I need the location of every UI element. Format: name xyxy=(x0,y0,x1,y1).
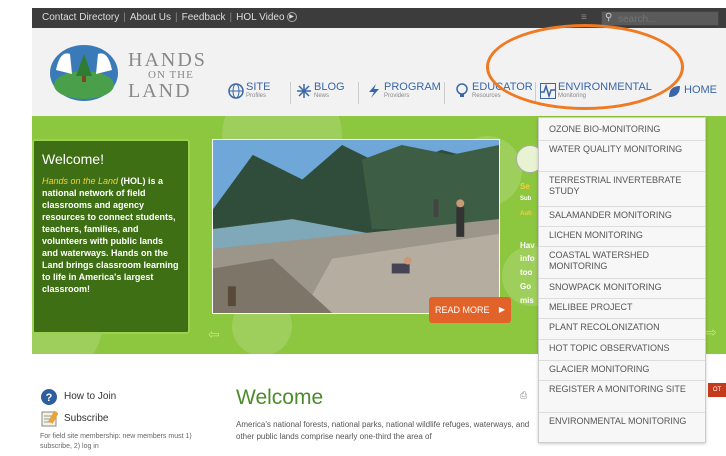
help-icon[interactable]: ? xyxy=(40,388,58,406)
nav-home-label: HOME xyxy=(684,84,717,96)
search-icon: ⚲ xyxy=(605,12,613,23)
nav-divider xyxy=(444,82,445,104)
lightbulb-icon xyxy=(456,83,468,97)
membership-note: For field site membership: new members m… xyxy=(40,433,192,450)
separator: | xyxy=(175,12,178,23)
nav-divider xyxy=(358,82,359,104)
dropdown-item[interactable]: PLANT RECOLONIZATION xyxy=(539,318,705,333)
logo-emblem-icon[interactable] xyxy=(46,40,122,104)
welcome-box-title: Welcome! xyxy=(42,151,104,167)
welcome-body: (HOL) is a national network of field cla… xyxy=(42,176,179,294)
how-to-join-link[interactable]: How to Join xyxy=(64,391,116,402)
nav-program-sub: Providers xyxy=(384,93,410,99)
notepad-icon[interactable] xyxy=(40,410,58,428)
hero-photo[interactable] xyxy=(212,139,500,314)
nav-blog-label: BLOG xyxy=(314,81,345,93)
dropdown-item[interactable]: OZONE BIO-MONITORING xyxy=(539,124,705,135)
side-fragment: mis xyxy=(520,296,534,305)
slider-next-arrow-icon[interactable]: ⇨ xyxy=(705,324,717,341)
logo-text[interactable]: HANDS ON THE LAND xyxy=(128,50,207,101)
svg-text:?: ? xyxy=(46,392,53,404)
heartbeat-icon xyxy=(540,83,556,99)
nav-site-label: SITE xyxy=(246,81,271,93)
nav-environmental-sub: Monitoring xyxy=(558,93,587,99)
side-fragment: Hav xyxy=(520,241,535,250)
read-more-label: READ MORE xyxy=(435,305,490,315)
welcome-box-text: Hands on the Land (HOL) is a national ne… xyxy=(42,175,180,295)
hol-video-link[interactable]: HOL Video xyxy=(236,12,284,23)
nav-site[interactable]: SITE Profiles xyxy=(228,80,284,108)
about-us-link[interactable]: About Us xyxy=(130,12,171,23)
separator: | xyxy=(229,12,233,23)
play-icon[interactable]: ▶ xyxy=(286,12,297,23)
arrow-right-icon: ▶ xyxy=(498,305,505,314)
dropdown-item[interactable]: HOT TOPIC OBSERVATIONS xyxy=(539,339,705,354)
dropdown-item[interactable]: GLACIER MONITORING xyxy=(539,360,705,375)
search-input[interactable] xyxy=(618,13,716,25)
read-more-button[interactable]: READ MORE ▶ xyxy=(429,297,511,323)
side-fragment: info xyxy=(520,254,535,263)
side-fragment: too xyxy=(520,268,533,277)
nav-educator-label: EDUCATOR xyxy=(472,81,533,93)
welcome-highlight[interactable]: Hands on the Land xyxy=(42,176,118,186)
nav-blog[interactable]: BLOG News xyxy=(296,80,350,108)
side-fragment: Sub xyxy=(520,196,532,202)
nav-educator-sub: Resources xyxy=(472,93,501,99)
nav-site-sub: Profiles xyxy=(246,93,267,99)
page-title: Welcome xyxy=(236,386,324,409)
dropdown-item[interactable]: TERRESTRIAL INVERTEBRATE STUDY xyxy=(539,171,705,197)
snowflake-icon xyxy=(297,84,311,98)
side-fragment: Se xyxy=(520,182,530,191)
environmental-monitoring-dropdown: OZONE BIO-MONITORING WATER QUALITY MONIT… xyxy=(538,117,706,443)
nav-environmental-label: ENVIRONMENTAL xyxy=(558,81,652,93)
nav-program[interactable]: PROGRAM Providers xyxy=(366,80,446,108)
site-header: HANDS ON THE LAND SITE Profiles BLOG New… xyxy=(32,28,726,116)
search-box: ⚲ xyxy=(601,11,719,26)
logo-line-3: LAND xyxy=(128,80,192,102)
leaf-icon xyxy=(669,86,680,97)
dropdown-item[interactable]: SALAMANDER MONITORING xyxy=(539,206,705,221)
print-icon[interactable]: ⎙ xyxy=(520,390,527,401)
side-fragment: Go xyxy=(520,282,532,291)
rss-icon[interactable]: ≡ xyxy=(581,12,587,23)
dropdown-item[interactable]: MELIBEE PROJECT xyxy=(539,298,705,313)
nav-educator[interactable]: EDUCATOR Resources xyxy=(454,80,534,108)
dropdown-item[interactable]: COASTAL WATERSHED MONITORING xyxy=(539,246,705,272)
hot-badge: OT xyxy=(708,383,726,397)
logo-line-1: HANDS xyxy=(128,49,207,71)
globe-icon xyxy=(228,83,244,99)
nav-program-label: PROGRAM xyxy=(384,81,441,93)
separator: | xyxy=(123,12,126,23)
side-fragment: Auti xyxy=(520,211,532,217)
nav-blog-sub: News xyxy=(314,93,330,99)
lightning-icon xyxy=(369,84,379,98)
nav-divider xyxy=(535,82,536,104)
dropdown-item[interactable]: LICHEN MONITORING xyxy=(539,226,705,241)
nav-divider xyxy=(290,82,291,104)
intro-text: America's national forests, national par… xyxy=(236,420,530,441)
nav-environmental[interactable]: ENVIRONMENTAL Monitoring xyxy=(540,80,660,108)
dropdown-item[interactable]: SNOWPACK MONITORING xyxy=(539,278,705,293)
welcome-box: Welcome! Hands on the Land (HOL) is a na… xyxy=(32,139,190,334)
contact-directory-link[interactable]: Contact Directory xyxy=(42,12,119,23)
feedback-link[interactable]: Feedback xyxy=(182,12,226,23)
dropdown-item[interactable]: WATER QUALITY MONITORING xyxy=(539,140,705,155)
slider-prev-arrow-icon[interactable]: ⇦ xyxy=(208,326,220,343)
nav-home[interactable]: HOME xyxy=(666,80,722,108)
dropdown-item[interactable]: ENVIRONMENTAL MONITORING xyxy=(539,412,705,427)
top-links: Contact Directory | About Us | Feedback | HOL … xyxy=(42,12,297,23)
subscribe-link[interactable]: Subscribe xyxy=(64,413,108,424)
dropdown-item[interactable]: REGISTER A MONITORING SITE xyxy=(539,380,705,395)
top-bar: Contact Directory | About Us | Feedback | HOL … xyxy=(32,8,726,28)
